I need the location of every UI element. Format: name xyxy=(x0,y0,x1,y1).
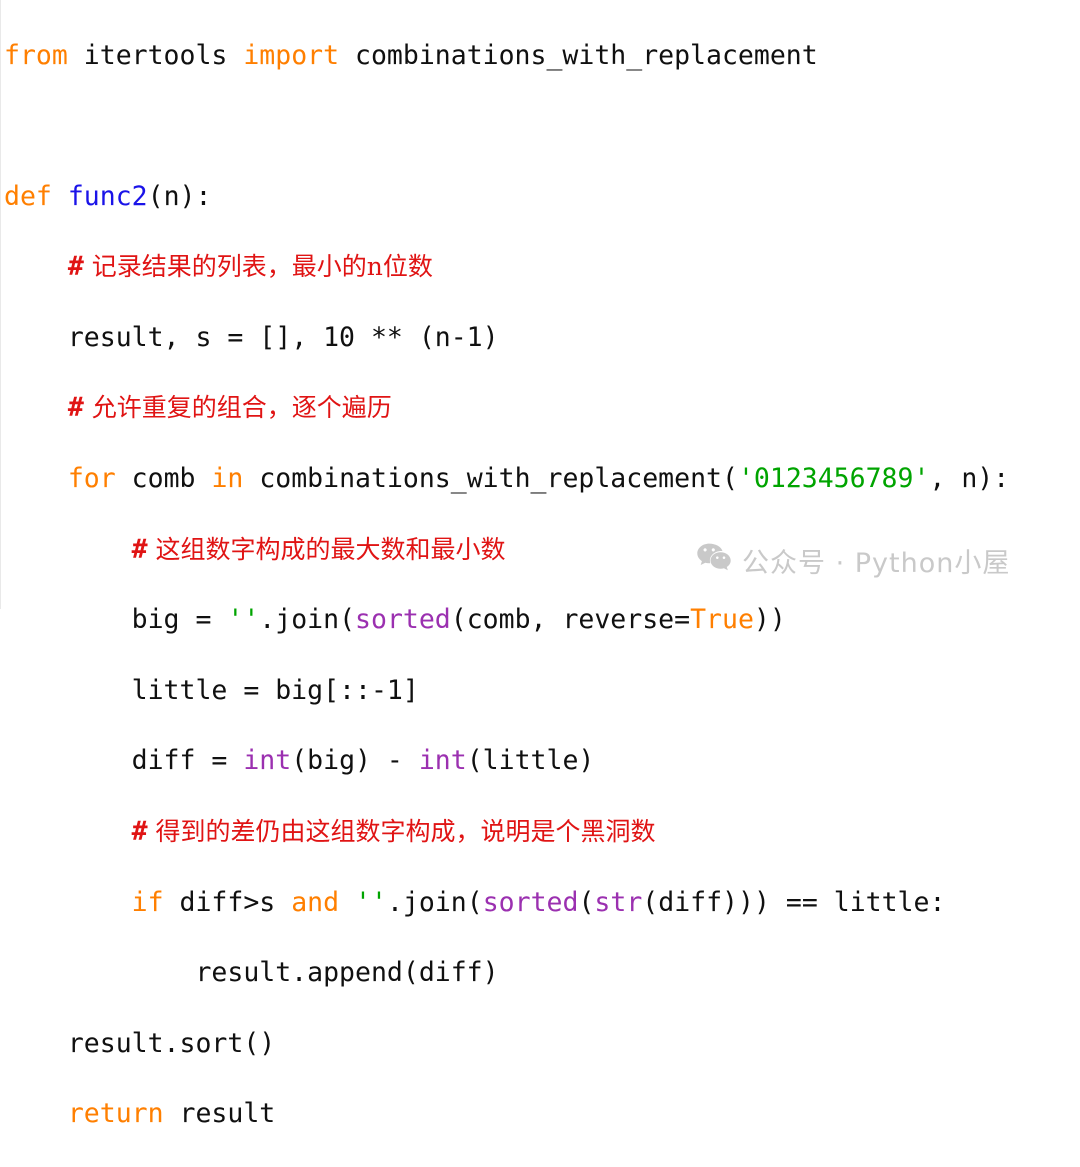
code-builtin: sorted xyxy=(483,887,579,918)
code-keyword: import xyxy=(243,40,339,71)
code-indent xyxy=(4,675,132,706)
code-builtin: str xyxy=(594,887,642,918)
code-text: little = big[::-1] xyxy=(132,675,419,706)
code-indent xyxy=(4,816,132,847)
code-line: for comb in combinations_with_replacemen… xyxy=(4,461,1076,496)
code-text: result, s = [], 10 ** (n-1) xyxy=(68,322,499,353)
code-builtin: int xyxy=(243,745,291,776)
code-text: itertools xyxy=(68,40,244,71)
code-text: result xyxy=(164,1098,276,1129)
code-line: if diff>s and ''.join(sorted(str(diff)))… xyxy=(4,885,1076,920)
comment-hash: # xyxy=(68,251,84,282)
code-indent xyxy=(4,322,68,353)
code-text: result.sort() xyxy=(68,1028,275,1059)
code-keyword: and xyxy=(291,887,339,918)
code-screenshot-page: from itertools import combinations_with_… xyxy=(0,0,1080,609)
code-indent xyxy=(4,251,68,282)
code-line: little = big[::-1] xyxy=(4,673,1076,708)
code-indent xyxy=(4,957,195,988)
code-text: , n): xyxy=(929,463,1009,494)
code-line: # 记录结果的列表，最小的n位数 xyxy=(4,249,1076,284)
code-indent xyxy=(4,887,132,918)
code-indent xyxy=(4,1098,68,1129)
code-block: from itertools import combinations_with_… xyxy=(0,38,1080,1167)
code-indent xyxy=(4,745,132,776)
code-line xyxy=(4,108,1076,143)
code-text xyxy=(52,181,68,212)
code-builtin: int xyxy=(419,745,467,776)
code-line: # 允许重复的组合，逐个遍历 xyxy=(4,390,1076,425)
code-keyword: if xyxy=(132,887,164,918)
code-comment: # 这组数字构成的最大数和最小数 xyxy=(132,535,506,564)
code-text: combinations_with_replacement( xyxy=(243,463,738,494)
code-text: comb xyxy=(116,463,212,494)
code-keyword: in xyxy=(211,463,243,494)
code-text: result.append(diff) xyxy=(195,957,498,988)
wechat-icon xyxy=(697,543,731,579)
code-text: (big) - xyxy=(291,745,419,776)
code-comment: # 得到的差仍由这组数字构成，说明是个黑洞数 xyxy=(132,817,656,846)
code-line: # 得到的差仍由这组数字构成，说明是个黑洞数 xyxy=(4,814,1076,849)
code-keyword: return xyxy=(68,1098,164,1129)
code-indent xyxy=(4,534,132,565)
code-string: '' xyxy=(355,887,387,918)
code-indent xyxy=(4,463,68,494)
code-text: diff = xyxy=(132,745,244,776)
code-indent xyxy=(4,1028,68,1059)
code-keyword: from xyxy=(4,40,68,71)
code-keyword: def xyxy=(4,181,52,212)
code-text xyxy=(339,887,355,918)
comment-hash: # xyxy=(132,534,148,565)
code-comment: # 记录结果的列表，最小的n位数 xyxy=(68,252,433,281)
code-line: big = ''.join(sorted(comb, reverse=True)… xyxy=(4,602,1076,637)
code-text: ( xyxy=(578,887,594,918)
code-line: result.append(diff) xyxy=(4,955,1076,990)
watermark-text: 公众号 · Python小屋 xyxy=(742,541,1010,580)
code-line: return result xyxy=(4,1096,1076,1131)
code-line: def func2(n): xyxy=(4,179,1076,214)
code-text: combinations_with_replacement xyxy=(339,40,818,71)
code-keyword: for xyxy=(68,463,116,494)
code-text: (little) xyxy=(467,745,595,776)
code-text: diff>s xyxy=(164,887,292,918)
comment-hash: # xyxy=(68,392,84,423)
code-line: diff = int(big) - int(little) xyxy=(4,743,1076,778)
code-text: (diff))) == little: xyxy=(642,887,945,918)
code-indent xyxy=(4,392,68,423)
code-comment: # 允许重复的组合，逐个遍历 xyxy=(68,393,392,422)
code-string: '0123456789' xyxy=(738,463,929,494)
watermark: 公众号 · Python小屋 xyxy=(697,541,1010,580)
comment-hash: # xyxy=(132,816,148,847)
code-text: .join( xyxy=(387,887,483,918)
code-text: (n): xyxy=(148,181,212,212)
code-line: from itertools import combinations_with_… xyxy=(4,38,1076,73)
code-line: result.sort() xyxy=(4,1026,1076,1061)
code-function-name: func2 xyxy=(68,181,148,212)
code-line: result, s = [], 10 ** (n-1) xyxy=(4,320,1076,355)
